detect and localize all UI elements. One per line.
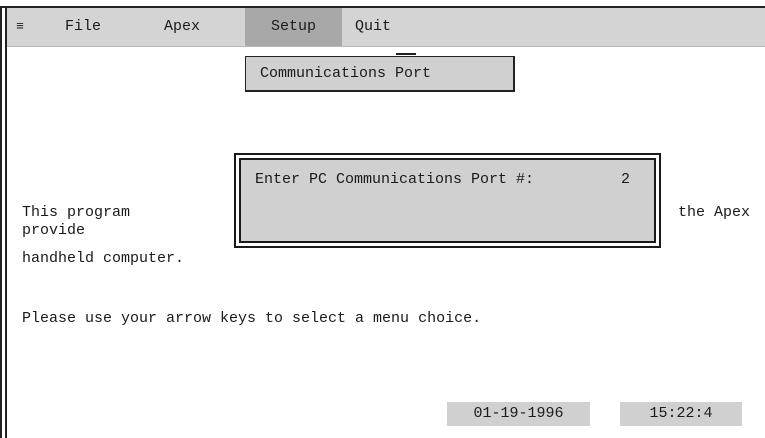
body-text-line3: handheld computer. [22, 250, 185, 267]
body-text-line1-left: This program [22, 204, 131, 221]
menu-quit[interactable]: Quit [355, 8, 391, 46]
date-display: 01-19-1996 [447, 402, 590, 426]
system-menu-icon[interactable]: ≡ [9, 8, 31, 46]
menu-file[interactable]: File [65, 8, 101, 46]
body-text-line2: provide [22, 222, 86, 239]
body-text-line1-right: the Apex [678, 204, 751, 221]
port-prompt-label: Enter PC Communications Port #: [255, 171, 535, 188]
instruction-text: Please use your arrow keys to select a m… [22, 310, 482, 327]
port-number-input[interactable]: 2 [621, 170, 630, 190]
menu-item-communications-port[interactable]: Communications Port [260, 57, 431, 91]
menu-setup[interactable]: Setup [245, 8, 342, 46]
dos-screen: ≡ File Apex Setup Quit Communications Po… [0, 0, 765, 438]
port-dialog: Enter PC Communications Port #: 2 [234, 153, 661, 248]
frame-left-border [0, 6, 2, 438]
menu-bar: ≡ File Apex Setup Quit [7, 8, 765, 47]
time-display: 15:22:4 [620, 402, 742, 426]
setup-dropdown-menu: Communications Port [245, 56, 515, 92]
dropdown-separator [396, 53, 416, 55]
menu-apex[interactable]: Apex [164, 8, 200, 46]
frame-left-inner-border [5, 6, 7, 438]
port-dialog-panel: Enter PC Communications Port #: 2 [239, 158, 656, 243]
